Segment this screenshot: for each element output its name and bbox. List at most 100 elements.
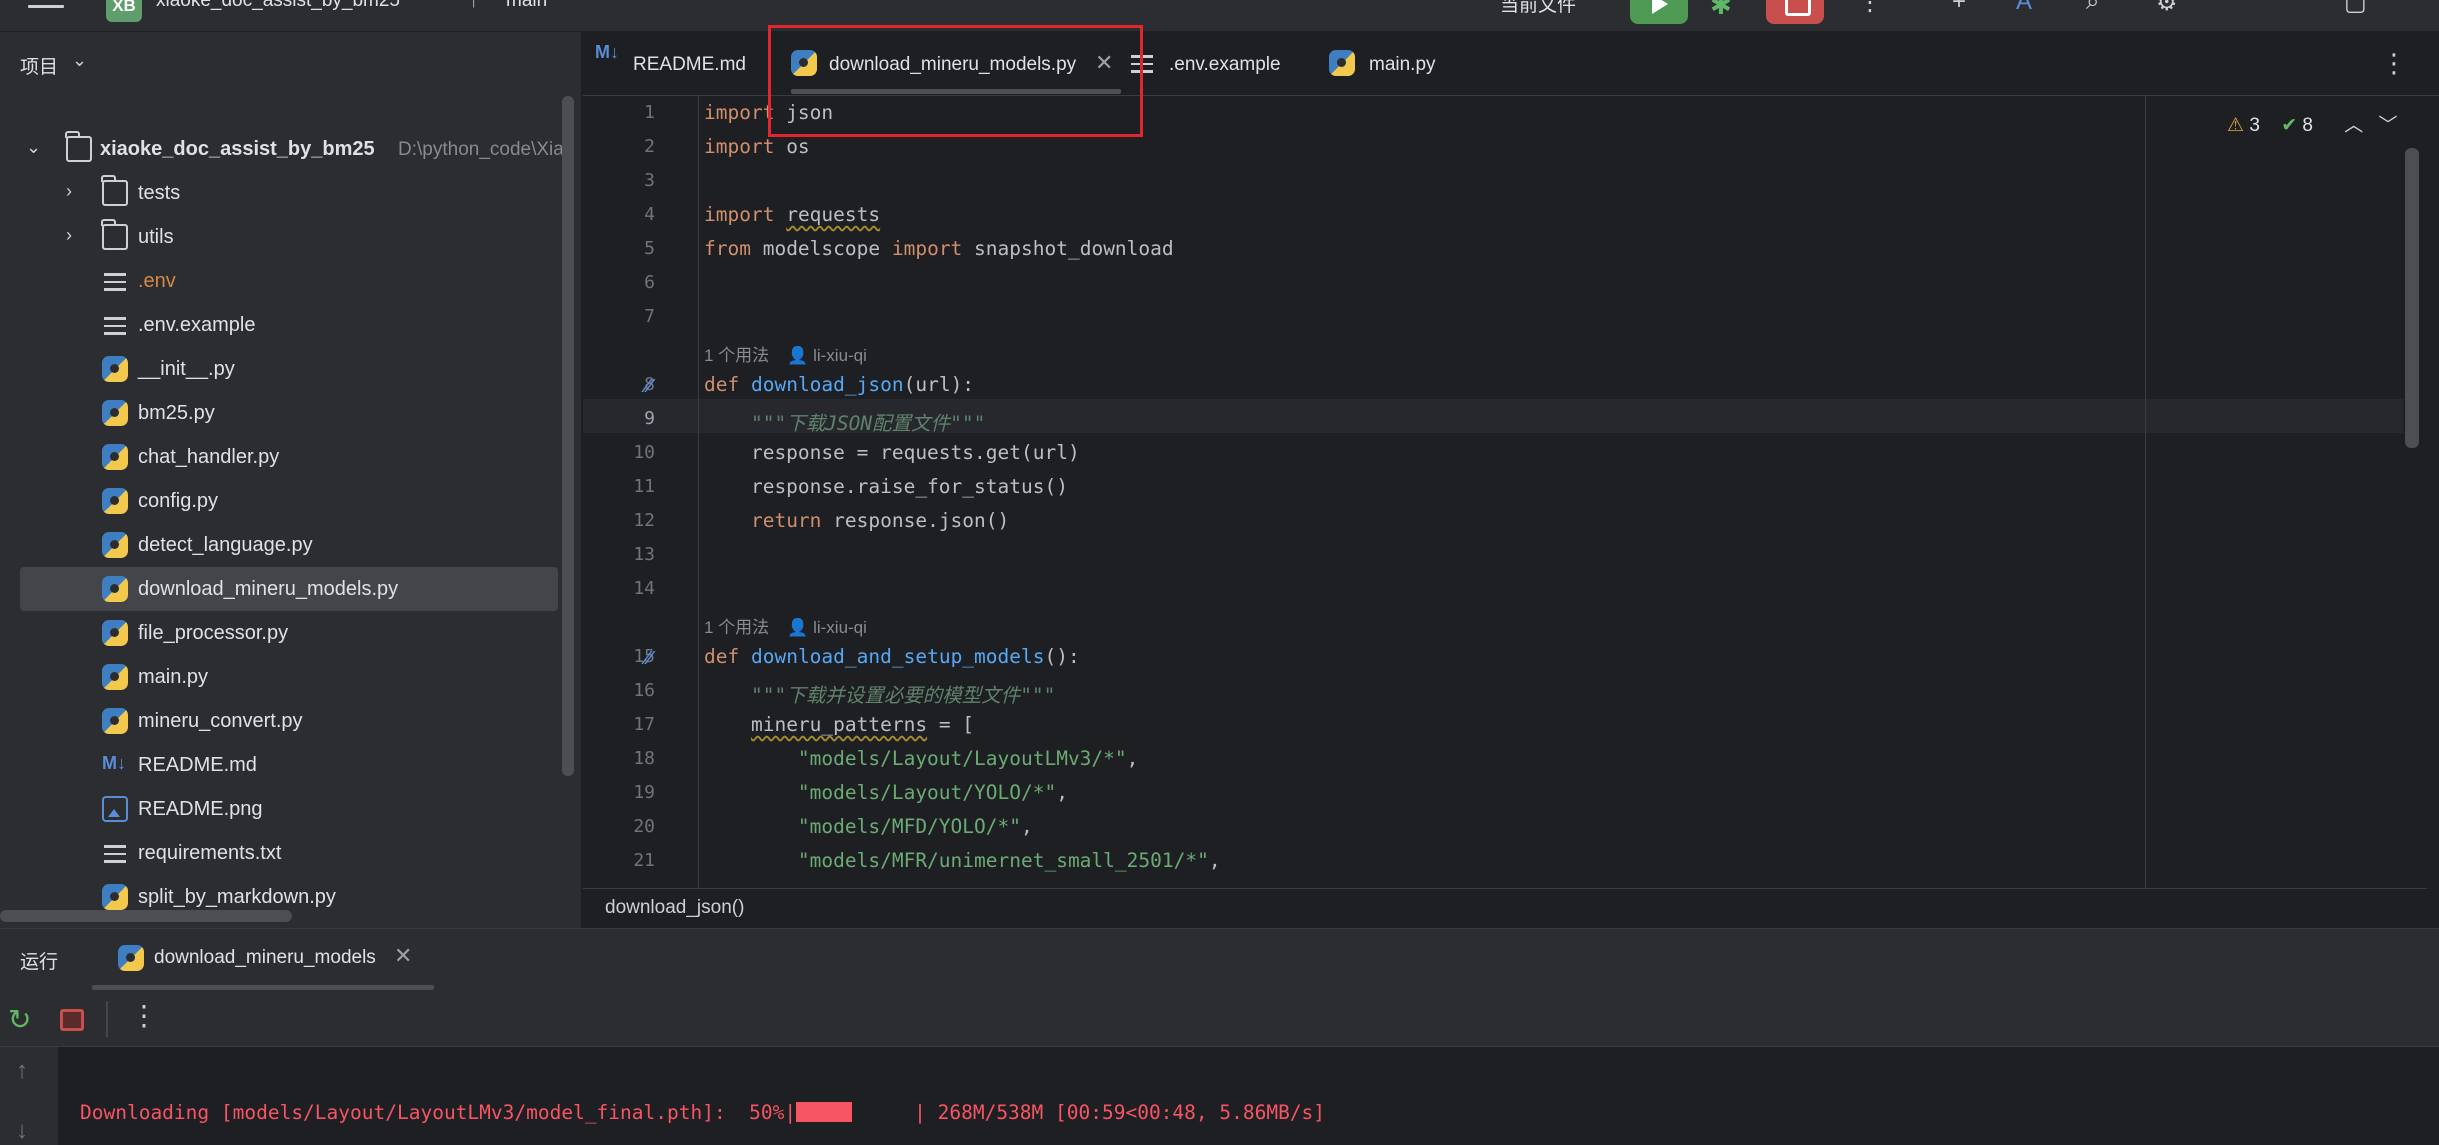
- search-icon[interactable]: ⌕: [2086, 0, 2099, 16]
- code-line[interactable]: 7: [583, 300, 2143, 334]
- translate-icon[interactable]: A: [2016, 0, 2032, 16]
- python-icon: [1329, 50, 1355, 76]
- tree-item[interactable]: .env: [0, 259, 560, 303]
- stop-button[interactable]: [1766, 0, 1824, 24]
- arrow-up-icon[interactable]: ↑: [16, 1057, 28, 1085]
- chevron-right-icon[interactable]: ›: [66, 225, 72, 246]
- code-line[interactable]: 19 "models/Layout/YOLO/*",: [583, 776, 2143, 810]
- tab-options-more-icon[interactable]: ⋮: [2381, 48, 2407, 79]
- vertical-scrollbar[interactable]: [562, 96, 574, 776]
- usage-count[interactable]: 1 个用法: [704, 618, 769, 637]
- run-gutter-icon[interactable]: ⁄⁄: [645, 376, 651, 397]
- tree-item[interactable]: config.py: [0, 479, 560, 523]
- code-line[interactable]: 9 """下载JSON配置文件""": [583, 402, 2143, 436]
- code-line[interactable]: 13: [583, 538, 2143, 572]
- tab-label: README.md: [633, 54, 746, 75]
- code-vision-hint[interactable]: 1 个用法 👤 li-xiu-qi: [583, 606, 2143, 640]
- project-name-dropdown[interactable]: xiaoke_doc_assist_by_bm25: [156, 0, 400, 12]
- tree-item[interactable]: main.py: [0, 655, 560, 699]
- code-line[interactable]: 11 response.raise_for_status(): [583, 470, 2143, 504]
- author-name: li-xiu-qi: [813, 346, 867, 365]
- settings-gear-icon[interactable]: ⚙: [2156, 0, 2178, 17]
- console-output[interactable]: Downloading [models/Layout/LayoutLMv3/mo…: [80, 1101, 1325, 1124]
- code-line[interactable]: 4 import requests: [583, 198, 2143, 232]
- tab-main-py[interactable]: main.py: [1329, 32, 1469, 96]
- tree-item[interactable]: file_processor.py: [0, 611, 560, 655]
- debug-bug-icon[interactable]: ✱: [1710, 0, 1732, 21]
- author-hint[interactable]: 👤 li-xiu-qi: [787, 618, 867, 637]
- tree-item[interactable]: mineru_convert.py: [0, 699, 560, 743]
- run-config-dropdown[interactable]: 当前文件: [1500, 0, 1576, 17]
- code-text: import os: [704, 135, 810, 158]
- tree-root-folder[interactable]: ⌄ xiaoke_doc_assist_by_bm25 D:\python_co…: [0, 127, 564, 171]
- code-line[interactable]: 17 mineru_patterns = [: [583, 708, 2143, 742]
- tree-item-label: README.md: [138, 754, 257, 776]
- code-line[interactable]: 8 ⁄⁄ def download_json(url):: [583, 368, 2143, 402]
- author-hint[interactable]: 👤 li-xiu-qi: [787, 346, 867, 365]
- tree-item[interactable]: › utils: [0, 215, 560, 259]
- project-panel: 项目 ⌄ ⌄ xiaoke_doc_assist_by_bm25 D:\pyth…: [0, 32, 582, 928]
- tab-env-example[interactable]: .env.example: [1129, 32, 1319, 96]
- code-text: def download_json(url):: [704, 373, 975, 396]
- tree-item[interactable]: chat_handler.py: [0, 435, 560, 479]
- inspection-widget[interactable]: ⚠ 3 ✔ 8 ︿ ﹀: [2227, 110, 2398, 137]
- tree-item[interactable]: bm25.py: [0, 391, 560, 435]
- stop-icon[interactable]: [60, 1009, 84, 1031]
- tree-item[interactable]: .env.example: [0, 303, 560, 347]
- code-text: def download_and_setup_models():: [704, 645, 1080, 668]
- tree-item-label: split_by_markdown.py: [138, 886, 336, 908]
- breadcrumb[interactable]: download_json(): [605, 897, 744, 919]
- tree-item-label: README.png: [138, 798, 263, 820]
- tree-item-label: requirements.txt: [138, 842, 282, 864]
- chevron-up-icon[interactable]: ︿: [2344, 115, 2363, 136]
- code-line[interactable]: 21 "models/MFR/unimernet_small_2501/*",: [583, 844, 2143, 878]
- chevron-down-icon[interactable]: ⌄: [26, 137, 41, 158]
- code-line[interactable]: 3: [583, 164, 2143, 198]
- tree-item[interactable]: detect_language.py: [0, 523, 560, 567]
- window-restore-icon[interactable]: ▢: [2344, 0, 2367, 17]
- run-gutter-icon[interactable]: ⁄⁄: [645, 648, 651, 669]
- code-line[interactable]: 12 return response.json(): [583, 504, 2143, 538]
- python-icon: [102, 576, 128, 602]
- more-actions-icon[interactable]: ⋮: [1858, 0, 1882, 17]
- editor-scrollbar[interactable]: [2405, 148, 2419, 448]
- code-vision-hint[interactable]: 1 个用法 👤 li-xiu-qi: [583, 334, 2143, 368]
- add-user-icon[interactable]: +: [1952, 0, 1966, 16]
- code-line[interactable]: 20 "models/MFD/YOLO/*",: [583, 810, 2143, 844]
- usage-count[interactable]: 1 个用法: [704, 346, 769, 365]
- folder-icon: [101, 219, 128, 250]
- tree-item-label: config.py: [138, 490, 219, 512]
- tree-item[interactable]: › tests: [0, 171, 560, 215]
- code-line[interactable]: 16 """下载并设置必要的模型文件""": [583, 674, 2143, 708]
- arrow-down-icon[interactable]: ↓: [16, 1117, 28, 1145]
- branch-dropdown[interactable]: main: [506, 0, 547, 12]
- rerun-icon[interactable]: ↻: [8, 1003, 31, 1036]
- tree-item[interactable]: README.png: [0, 787, 560, 831]
- tree-item[interactable]: requirements.txt: [0, 831, 560, 875]
- more-options-icon[interactable]: ⋮: [130, 999, 158, 1032]
- chevron-down-icon[interactable]: ﹀: [2379, 115, 2398, 136]
- red-highlight-box: [768, 25, 1143, 137]
- tree-item[interactable]: download_mineru_models.py: [20, 567, 558, 611]
- project-panel-title[interactable]: 项目: [20, 52, 58, 79]
- code-line[interactable]: 6: [583, 266, 2143, 300]
- code-line[interactable]: 18 "models/Layout/LayoutLMv3/*",: [583, 742, 2143, 776]
- main-menu-icon[interactable]: [28, 0, 64, 16]
- tab-readme-md[interactable]: M↓ README.md: [591, 32, 791, 96]
- code-line[interactable]: 14: [583, 572, 2143, 606]
- tree-item[interactable]: __init__.py: [0, 347, 560, 391]
- run-tab-label[interactable]: download_mineru_models: [154, 947, 376, 969]
- python-icon: [102, 488, 128, 514]
- code-editor[interactable]: 1 import json 2 import os 3 4 import requests 5…: [583, 96, 2427, 888]
- close-run-tab-icon[interactable]: ✕: [394, 943, 412, 969]
- project-badge[interactable]: XB: [106, 0, 142, 22]
- tree-item[interactable]: M↓ README.md: [0, 743, 560, 787]
- horizontal-scrollbar[interactable]: [0, 910, 292, 922]
- code-line[interactable]: 10 response = requests.get(url): [583, 436, 2143, 470]
- chevron-right-icon[interactable]: ›: [66, 181, 72, 202]
- chevron-down-icon[interactable]: ⌄: [72, 50, 87, 71]
- run-button[interactable]: [1630, 0, 1688, 24]
- code-line[interactable]: 5 from modelscope import snapshot_downloa…: [583, 232, 2143, 266]
- code-line[interactable]: 15 ⁄⁄ def download_and_setup_models():: [583, 640, 2143, 674]
- code-text: from modelscope import snapshot_download: [704, 237, 1174, 260]
